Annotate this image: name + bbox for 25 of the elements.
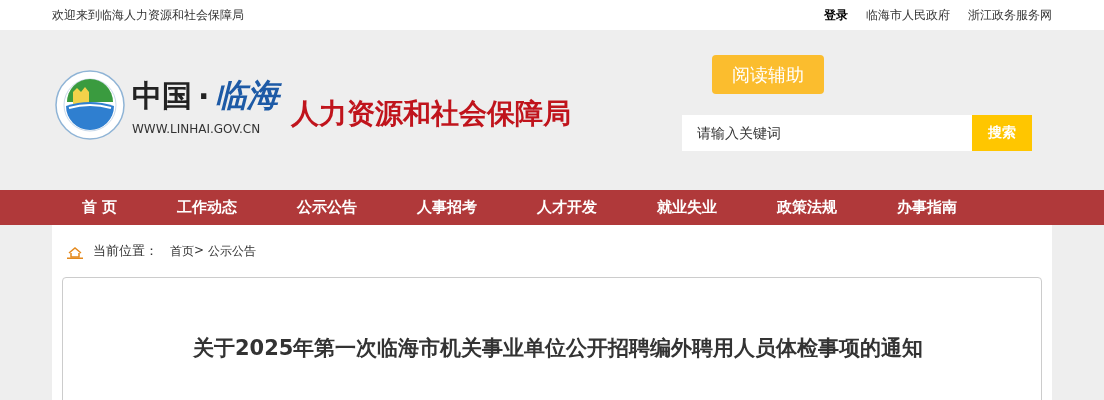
nav-item[interactable]: 人才开发: [507, 190, 628, 225]
breadcrumb-link[interactable]: 公示公告: [208, 242, 257, 260]
nav-item[interactable]: 人事招考: [387, 190, 508, 225]
nav-item[interactable]: 办事指南: [867, 190, 988, 225]
nav-item[interactable]: 政策法规: [747, 190, 868, 225]
top-link[interactable]: 临海市人民政府: [866, 6, 950, 24]
top-link[interactable]: 浙江政务服务网: [968, 6, 1052, 24]
logo-text: 中国: [132, 76, 192, 115]
welcome-text: 欢迎来到临海人力资源和社会保障局: [52, 6, 244, 24]
article-title: 关于2025年第一次临海市机关事业单位公开招聘编外聘用人员体检事项的通知: [193, 335, 925, 362]
breadcrumb-label: 当前位置：: [93, 242, 158, 260]
site-url: WWW.LINHAI.GOV.CN: [132, 122, 262, 136]
search-field[interactable]: 请输入关键词: [682, 115, 972, 151]
nav-item[interactable]: 公示公告: [267, 190, 388, 225]
top-link[interactable]: 登录: [824, 6, 848, 24]
breadcrumb-separator: >: [194, 242, 205, 259]
logo-calligraphy: 临海: [215, 75, 280, 116]
nav-item[interactable]: 工作动态: [147, 190, 268, 225]
logo-dot: ·: [198, 78, 210, 114]
emblem-logo: [55, 70, 125, 140]
nav-item[interactable]: 就业失业: [627, 190, 748, 225]
nav-item[interactable]: 首 页: [52, 190, 148, 225]
breadcrumb-link[interactable]: 首页: [170, 242, 194, 260]
department-name: 人力资源和社会保障局: [291, 96, 572, 132]
home-icon: [67, 247, 83, 259]
